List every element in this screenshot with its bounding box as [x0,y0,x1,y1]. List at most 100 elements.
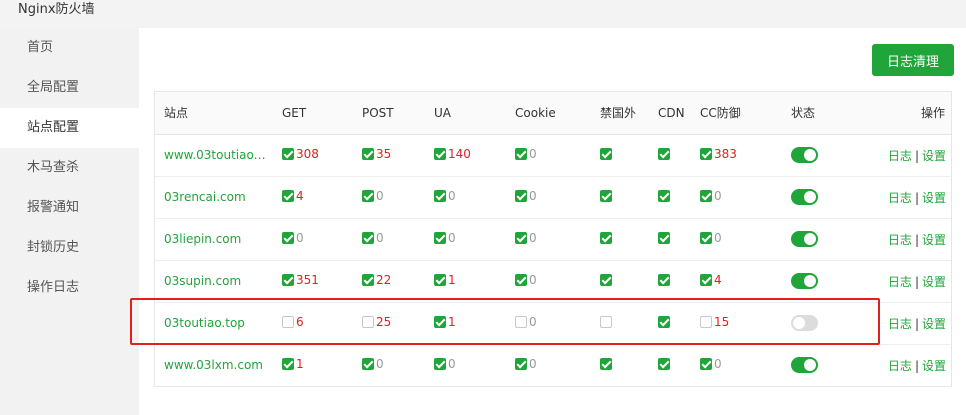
cc-checkbox[interactable] [700,232,712,244]
cookie-count: 0 [529,231,537,245]
sidebar-item-trojan-scan[interactable]: 木马查杀 [0,148,139,188]
get-count: 351 [296,273,319,287]
cdn-checkbox[interactable] [658,231,670,244]
get-checkbox[interactable] [282,232,294,244]
log-link[interactable]: 日志 [888,149,912,163]
cdn-checkbox[interactable] [658,147,670,160]
table-row: www.03toutiao.c… 308 35 140 0 383 日志 | 设置 [155,134,951,176]
site-link[interactable]: 03rencai.com [164,190,268,204]
sidebar-item-operation-log[interactable]: 操作日志 [0,268,139,308]
cookie-checkbox[interactable] [515,316,527,328]
state-toggle[interactable] [791,231,818,247]
sidebar-item-alert-notify[interactable]: 报警通知 [0,188,139,228]
log-link[interactable]: 日志 [888,359,912,373]
cdn-checkbox[interactable] [658,315,670,328]
cookie-checkbox[interactable] [515,148,527,160]
cdn-checkbox[interactable] [658,273,670,286]
cookie-checkbox[interactable] [515,232,527,244]
post-checkbox[interactable] [362,274,374,286]
cc-checkbox[interactable] [700,274,712,286]
post-cell: 25 [353,302,425,344]
sidebar-item-global-config[interactable]: 全局配置 [0,68,139,108]
ops-cell: 日志 | 设置 [852,260,951,302]
cdn-checkbox[interactable] [658,357,670,370]
ban-foreign-checkbox[interactable] [600,273,612,286]
site-link[interactable]: www.03toutiao.c… [164,148,268,162]
sidebar-item-home[interactable]: 首页 [0,28,139,68]
ua-checkbox[interactable] [434,274,446,286]
ban-foreign-checkbox[interactable] [600,357,612,370]
cc-checkbox[interactable] [700,358,712,371]
get-cell: 0 [273,218,353,260]
post-cell: 0 [353,176,425,218]
ua-cell: 0 [425,176,506,218]
get-checkbox[interactable] [282,148,294,160]
ua-cell: 1 [425,302,506,344]
cookie-cell: 0 [506,344,591,386]
ua-checkbox[interactable] [434,358,446,371]
log-link[interactable]: 日志 [888,317,912,331]
site-link[interactable]: 03supin.com [164,274,268,288]
post-checkbox[interactable] [362,148,374,160]
get-checkbox[interactable] [282,274,294,286]
get-checkbox[interactable] [282,358,294,371]
sidebar-item-block-history[interactable]: 封锁历史 [0,228,139,268]
ua-checkbox[interactable] [434,316,446,328]
ua-checkbox[interactable] [434,190,446,202]
get-count: 6 [296,315,304,329]
state-cell [782,302,852,344]
log-link[interactable]: 日志 [888,275,912,289]
cookie-checkbox[interactable] [515,358,527,371]
settings-link[interactable]: 设置 [922,233,946,247]
ban-foreign-checkbox[interactable] [600,231,612,244]
post-checkbox[interactable] [362,316,374,328]
cc-cell: 383 [691,134,782,176]
site-cell: 03liepin.com [155,218,273,260]
site-link[interactable]: www.03lxm.com [164,358,268,372]
state-toggle[interactable] [791,315,818,331]
toggle-knob [804,149,816,161]
ua-checkbox[interactable] [434,232,446,244]
header-site: 站点 [155,92,273,135]
state-toggle[interactable] [791,147,818,163]
state-toggle[interactable] [791,273,818,289]
state-toggle[interactable] [791,357,818,374]
cdn-cell [649,218,691,260]
sidebar-item-site-config[interactable]: 站点配置 [0,108,139,148]
window-title: Nginx防火墙 [18,2,95,17]
state-toggle[interactable] [791,189,818,205]
settings-link[interactable]: 设置 [922,317,946,331]
settings-link[interactable]: 设置 [922,191,946,205]
cookie-cell: 0 [506,176,591,218]
clear-log-button[interactable]: 日志清理 [872,44,954,76]
cc-checkbox[interactable] [700,316,712,328]
settings-link[interactable]: 设置 [922,149,946,163]
ban-foreign-cell [591,344,649,386]
post-checkbox[interactable] [362,190,374,202]
ban-foreign-cell [591,302,649,344]
log-link[interactable]: 日志 [888,233,912,247]
log-link[interactable]: 日志 [888,191,912,205]
ua-checkbox[interactable] [434,148,446,160]
cc-checkbox[interactable] [700,190,712,202]
ua-count: 1 [448,273,456,287]
cookie-checkbox[interactable] [515,190,527,202]
post-checkbox[interactable] [362,232,374,244]
ua-cell: 140 [425,134,506,176]
window-titlebar: Nginx防火墙 [0,0,966,28]
cdn-checkbox[interactable] [658,189,670,202]
settings-link[interactable]: 设置 [922,359,946,373]
site-link[interactable]: 03toutiao.top [164,316,268,330]
post-checkbox[interactable] [362,358,374,371]
table-header-row: 站点 GET POST UA Cookie 禁国外 CDN CC防御 状态 操作 [155,92,951,135]
get-checkbox[interactable] [282,316,294,328]
get-checkbox[interactable] [282,190,294,202]
site-link[interactable]: 03liepin.com [164,232,268,246]
ban-foreign-checkbox[interactable] [600,189,612,202]
ban-foreign-checkbox[interactable] [600,147,612,160]
cookie-checkbox[interactable] [515,274,527,286]
cc-checkbox[interactable] [700,148,712,160]
settings-link[interactable]: 设置 [922,275,946,289]
ban-foreign-cell [591,218,649,260]
ban-foreign-checkbox[interactable] [600,315,612,328]
